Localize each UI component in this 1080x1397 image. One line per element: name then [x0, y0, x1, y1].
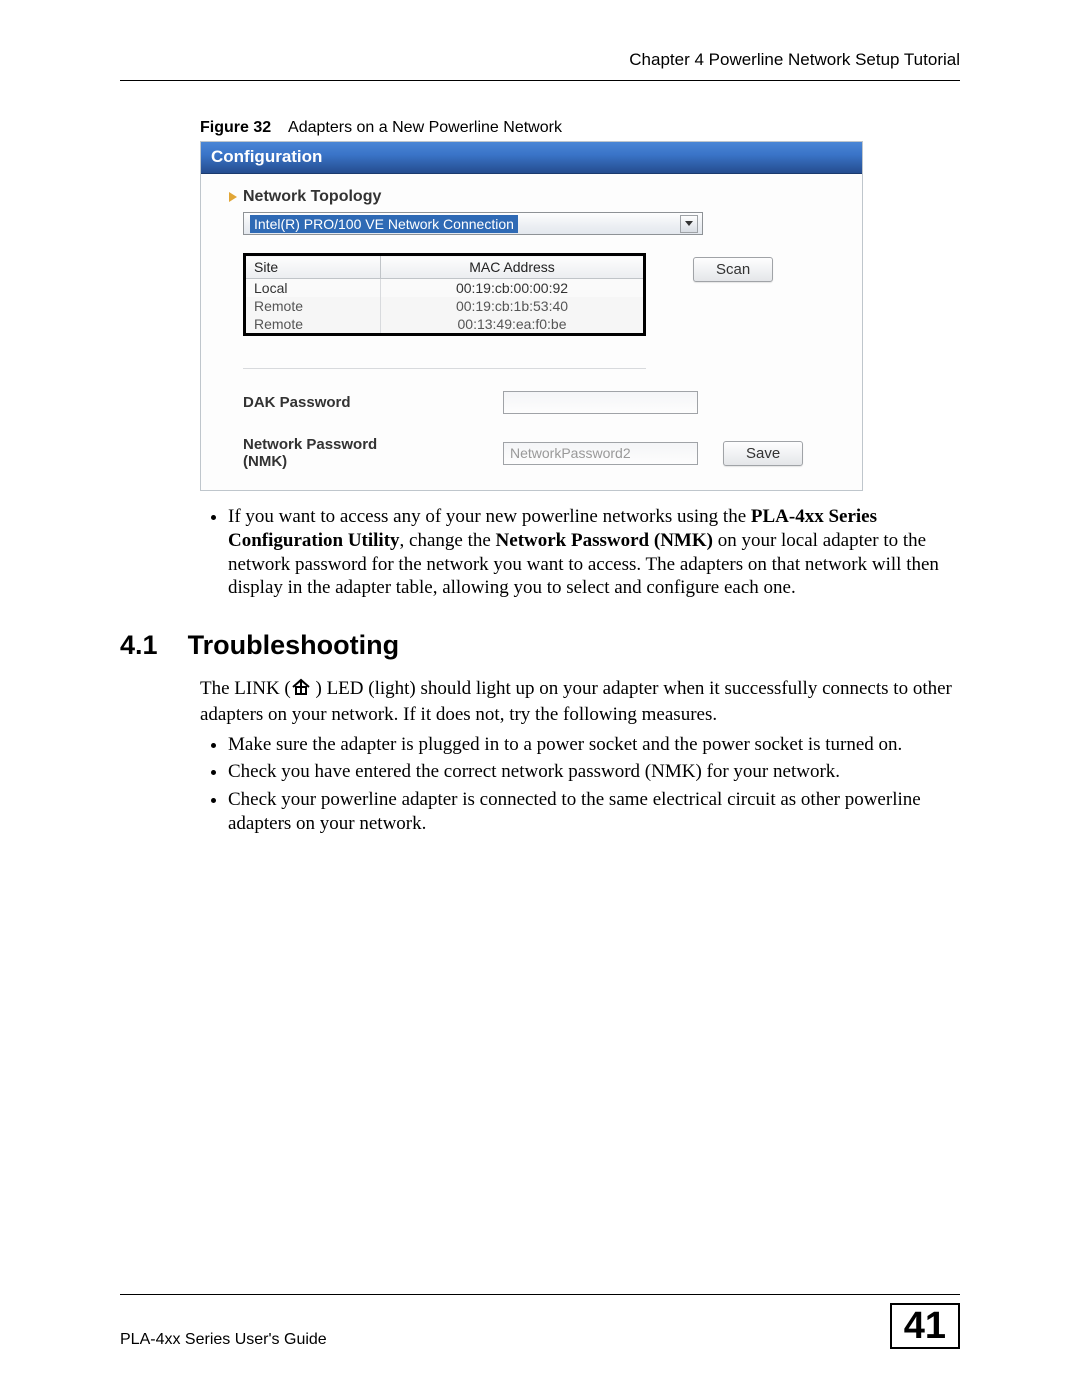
chapter-header: Chapter 4 Powerline Network Setup Tutori… [120, 50, 960, 81]
cell-site: Remote [245, 315, 381, 335]
troubleshooting-paragraph: The LINK ( ) LED (light) should light up… [200, 677, 960, 727]
window-title: Configuration [201, 142, 862, 174]
nmk-input[interactable] [503, 442, 698, 465]
list-item: Make sure the adapter is plugged in to a… [228, 733, 960, 757]
save-button[interactable]: Save [723, 441, 803, 466]
tip-use-utility: If you want to access any of your new po… [228, 505, 960, 600]
network-connection-dropdown[interactable]: Intel(R) PRO/100 VE Network Connection [243, 212, 703, 235]
nmk-label: Network Password (NMK) [243, 436, 423, 470]
configuration-screenshot: Configuration Network Topology Intel(R) … [200, 141, 863, 491]
page-footer: PLA-4xx Series User's Guide 41 [120, 1294, 960, 1349]
list-item: Check your powerline adapter is connecte… [228, 788, 960, 836]
cell-site: Remote [245, 297, 381, 315]
section-heading-troubleshooting: 4.1 Troubleshooting [120, 630, 960, 661]
section-title: Troubleshooting [188, 630, 399, 660]
table-row[interactable]: Local 00:19:cb:00:00:92 [245, 279, 645, 298]
dak-password-label: DAK Password [243, 394, 423, 411]
section-network-topology: Network Topology [229, 188, 834, 206]
cell-mac: 00:13:49:ea:f0:be [381, 315, 645, 335]
col-mac: MAC Address [381, 255, 645, 279]
home-icon [291, 678, 311, 703]
table-row[interactable]: Remote 00:13:49:ea:f0:be [245, 315, 645, 335]
scan-button[interactable]: Scan [693, 257, 773, 282]
dropdown-selected: Intel(R) PRO/100 VE Network Connection [250, 215, 518, 233]
figure-label: Figure 32 [200, 119, 271, 136]
table-row[interactable]: Remote 00:19:cb:1b:53:40 [245, 297, 645, 315]
dak-password-input[interactable] [503, 391, 698, 414]
cell-site: Local [245, 279, 381, 298]
adapter-table: Site MAC Address Local 00:19:cb:00:00:92… [243, 253, 646, 336]
list-item: Check you have entered the correct netwo… [228, 760, 960, 784]
document-page: Chapter 4 Powerline Network Setup Tutori… [0, 0, 1080, 1397]
divider [243, 360, 646, 369]
figure-caption: Figure 32 Adapters on a New Powerline Ne… [200, 119, 960, 137]
chevron-down-icon[interactable] [680, 215, 698, 233]
figure-caption-text: Adapters on a New Powerline Network [288, 119, 562, 136]
footer-guide-title: PLA-4xx Series User's Guide [120, 1331, 327, 1349]
page-number: 41 [890, 1303, 960, 1349]
section-number: 4.1 [120, 630, 158, 660]
cell-mac: 00:19:cb:00:00:92 [381, 279, 645, 298]
col-site: Site [245, 255, 381, 279]
cell-mac: 00:19:cb:1b:53:40 [381, 297, 645, 315]
